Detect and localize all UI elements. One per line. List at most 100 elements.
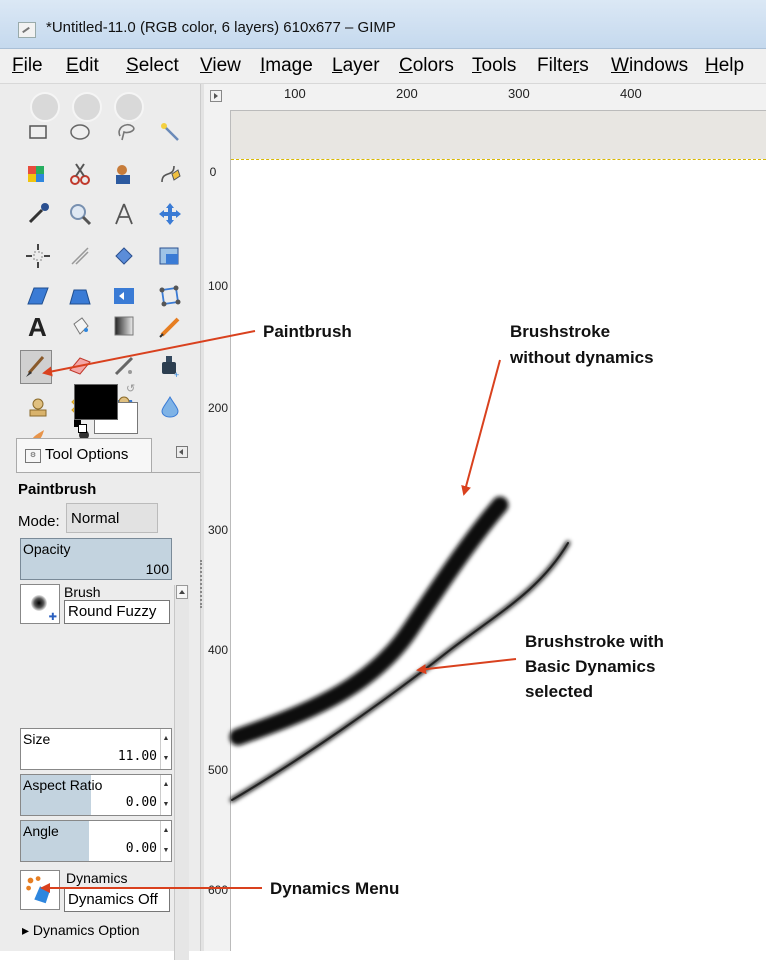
title-bar: *Untitled-11.0 (RGB color, 6 layers) 610…	[0, 0, 766, 49]
menu-windows-rest: indows	[628, 55, 689, 76]
canvas-area[interactable]	[231, 111, 766, 951]
menu-help-accel: H	[705, 55, 719, 76]
angle-label: Angle	[23, 823, 59, 839]
foreground-select-icon[interactable]	[110, 160, 138, 188]
cage-transform-icon[interactable]	[156, 282, 184, 310]
opacity-slider[interactable]: Opacity 100	[20, 538, 172, 580]
brush-plus-icon: ✚	[48, 612, 57, 623]
free-select-icon[interactable]	[112, 118, 140, 146]
menu-select[interactable]: Select	[126, 55, 179, 77]
color-select-icon[interactable]	[24, 160, 52, 188]
tab-menu-icon[interactable]	[176, 446, 188, 458]
menu-file-rest: ile	[23, 55, 43, 76]
color-picker-icon[interactable]	[24, 200, 52, 228]
brush-label: Brush	[64, 584, 101, 600]
brush-name-field[interactable]: Round Fuzzy	[64, 600, 170, 624]
menu-colors[interactable]: Colors	[399, 55, 454, 77]
mode-label: Mode:	[18, 513, 60, 530]
rotate-icon[interactable]	[110, 242, 138, 270]
size-label: Size	[23, 731, 51, 747]
menu-image-rest: mage	[265, 55, 313, 76]
text-icon[interactable]: A	[24, 312, 52, 340]
image-canvas[interactable]	[231, 159, 766, 951]
menu-image[interactable]: Image	[260, 55, 313, 77]
menu-bar: File Edit Select View Image Layer Colors…	[0, 49, 766, 84]
mode-select[interactable]: Normal	[66, 503, 158, 533]
paths-icon[interactable]	[156, 160, 184, 188]
vruler-label-500: 500	[208, 763, 229, 777]
eraser-icon[interactable]	[66, 352, 94, 380]
menu-filters[interactable]: Filters	[537, 55, 589, 77]
annotation-with-dynamics-line2: Basic Dynamics	[525, 657, 656, 676]
tab-tool-options[interactable]: ⚙ Tool Options	[16, 438, 152, 473]
dynamics-field[interactable]: Dynamics Off	[64, 888, 170, 912]
size-stepper-icon[interactable]: ▲ ▼	[160, 729, 171, 769]
move-icon[interactable]	[156, 200, 184, 228]
clone-icon[interactable]	[24, 392, 52, 420]
annotation-with-dynamics-line1: Brushstroke with	[525, 632, 664, 651]
menu-layer-rest: ayer	[342, 55, 380, 76]
size-spinner[interactable]: Size 11.00 ▲ ▼	[20, 728, 172, 770]
annotation-with-dynamics-line3: selected	[525, 682, 594, 701]
zoom-icon[interactable]	[66, 200, 94, 228]
aspect-ratio-spinner[interactable]: Aspect Ratio 0.00 ▲ ▼	[20, 774, 172, 816]
menu-file[interactable]: File	[12, 55, 43, 77]
paintbrush-icon[interactable]	[20, 350, 52, 384]
menu-filters-pre: Filte	[537, 55, 573, 76]
menu-layer[interactable]: Layer	[332, 55, 380, 77]
measure-icon[interactable]	[110, 200, 138, 228]
rect-select-icon[interactable]	[24, 118, 52, 146]
menu-select-rest: elect	[138, 55, 179, 76]
scissors-select-icon[interactable]	[66, 160, 94, 188]
menu-tools-rest: ools	[481, 55, 517, 76]
ink-icon[interactable]: +	[156, 352, 184, 380]
wilber-drop-zone	[22, 90, 172, 122]
shear-icon[interactable]	[24, 282, 52, 310]
menu-view[interactable]: View	[200, 55, 241, 77]
airbrush-icon[interactable]	[110, 352, 138, 380]
aspect-ratio-stepper-icon[interactable]: ▲ ▼	[160, 775, 171, 815]
dynamics-options-expander[interactable]: ▸ Dynamics Option	[22, 922, 140, 939]
opacity-label: Opacity	[23, 541, 71, 557]
menu-layer-accel: L	[332, 55, 343, 76]
default-colors-icon[interactable]	[74, 420, 87, 433]
dynamics-icon[interactable]	[20, 870, 60, 910]
align-icon[interactable]	[24, 242, 52, 270]
angle-spinner[interactable]: Angle 0.00 ▲ ▼	[20, 820, 172, 862]
scroll-up-icon[interactable]	[176, 585, 188, 599]
hruler-label-100: 100	[284, 86, 306, 101]
opacity-value: 100	[145, 561, 169, 577]
brush-preview[interactable]: ✚	[20, 584, 60, 624]
menu-help-rest: elp	[718, 55, 745, 76]
flip-icon[interactable]	[110, 282, 138, 310]
options-scrollbar[interactable]	[174, 585, 189, 960]
annotation-dynamics-menu: Dynamics Menu	[270, 879, 400, 898]
ellipse-select-icon[interactable]	[66, 118, 94, 146]
blend-icon[interactable]	[110, 312, 138, 340]
blur-icon[interactable]	[156, 392, 184, 420]
menu-view-accel: V	[200, 55, 213, 76]
quick-mask-toggle-icon[interactable]	[210, 90, 222, 102]
crop-icon[interactable]	[66, 242, 94, 270]
angle-value: 0.00	[125, 841, 157, 856]
menu-windows[interactable]: Windows	[611, 55, 688, 77]
brush-dot-icon	[31, 595, 47, 611]
tool-name: Paintbrush	[18, 481, 97, 498]
menu-tools[interactable]: Tools	[472, 55, 516, 77]
color-swatches: ↺	[70, 380, 140, 436]
perspective-icon[interactable]	[66, 282, 94, 310]
menu-help[interactable]: Help	[705, 55, 744, 77]
fuzzy-select-icon[interactable]	[156, 118, 184, 146]
annotation-no-dynamics-line1: Brushstroke	[510, 322, 611, 341]
pencil-icon[interactable]	[156, 312, 184, 340]
vruler-label-100: 100	[208, 279, 229, 293]
scale-icon[interactable]	[156, 242, 184, 270]
angle-stepper-icon[interactable]: ▲ ▼	[160, 821, 171, 861]
hruler-label-200: 200	[396, 86, 418, 101]
bucket-fill-icon[interactable]	[66, 312, 94, 340]
foreground-color[interactable]	[74, 384, 118, 420]
aspect-ratio-label: Aspect Ratio	[23, 777, 103, 793]
menu-edit[interactable]: Edit	[66, 55, 99, 77]
swap-colors-icon[interactable]: ↺	[126, 382, 135, 395]
vruler-label-0: 0	[209, 165, 217, 179]
